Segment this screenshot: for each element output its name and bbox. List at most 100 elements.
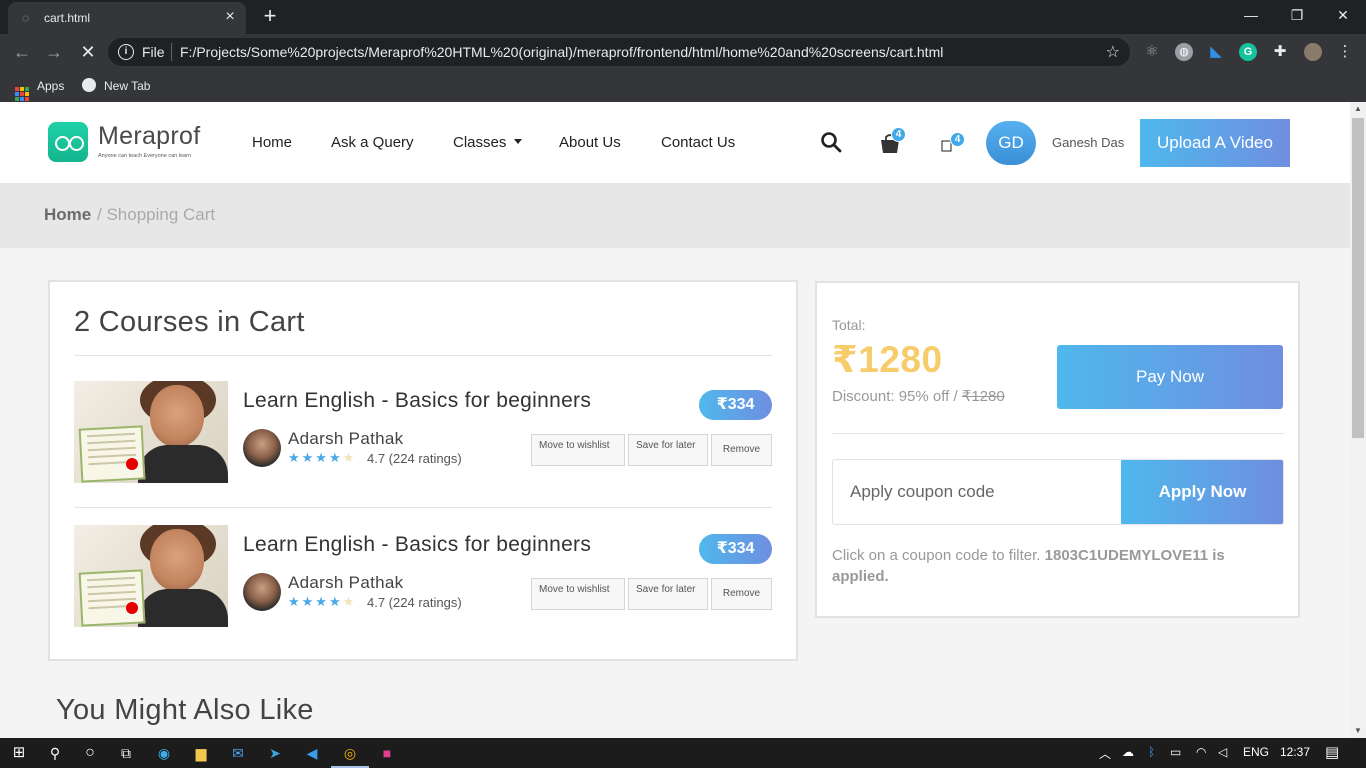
bookmarks-bar: Apps New Tab	[0, 70, 1366, 102]
coupon-hint: Click on a coupon code to filter. 1803C1…	[832, 545, 1272, 587]
nav-home[interactable]: Home	[252, 134, 292, 151]
bluetooth-icon[interactable]: ᛒ	[1148, 745, 1155, 759]
page-viewport: Meraprof Anyone can teach Everyone can l…	[0, 102, 1350, 738]
instructor-avatar	[243, 573, 281, 611]
instructor-name[interactable]: Adarsh Pathak	[288, 429, 403, 449]
url-text[interactable]: F:/Projects/Some%20projects/Meraprof%20H…	[180, 44, 943, 60]
coupon-hint-text: Click on a coupon code to filter.	[832, 547, 1041, 564]
nav-classes[interactable]: Classes	[453, 134, 523, 151]
cortana-icon[interactable]: ○	[79, 743, 101, 763]
vpn-extension-icon[interactable]: ◣	[1207, 43, 1225, 61]
nav-about-us[interactable]: About Us	[559, 134, 621, 151]
nav-contact-us[interactable]: Contact Us	[661, 134, 735, 151]
coupon-form: Apply Now	[832, 459, 1284, 525]
save-for-later-button[interactable]: Save for later	[628, 578, 708, 610]
stop-loading-button[interactable]: ✕	[76, 40, 100, 64]
omnibox[interactable]: i File F:/Projects/Some%20projects/Merap…	[108, 38, 1130, 66]
scroll-down-icon[interactable]: ▼	[1350, 724, 1366, 738]
site-logo[interactable]: Meraprof Anyone can teach Everyone can l…	[48, 122, 208, 164]
original-price: ₹1280	[961, 388, 1005, 405]
cart-button[interactable]: 4	[878, 127, 906, 157]
volume-icon[interactable]: ◁	[1218, 745, 1227, 759]
bookmark-new-tab[interactable]: New Tab	[82, 77, 150, 95]
react-devtools-icon[interactable]: ⚛	[1143, 43, 1161, 61]
bookmark-star-icon[interactable]: ☆	[1106, 42, 1120, 62]
info-icon[interactable]: i	[118, 44, 134, 60]
extension-icon[interactable]: ◍	[1175, 43, 1193, 61]
browser-tab[interactable]: ◌ cart.html ×	[8, 2, 246, 34]
remove-button[interactable]: Remove	[711, 578, 772, 610]
course-title[interactable]: Learn English - Basics for beginners	[243, 389, 591, 413]
bookmark-apps[interactable]: Apps	[15, 77, 64, 101]
move-to-wishlist-button[interactable]: Move to wishlist	[531, 578, 625, 610]
input-language[interactable]: ENG	[1243, 745, 1269, 759]
logo-tagline: Anyone can teach Everyone can learn	[98, 153, 191, 159]
apply-coupon-button[interactable]: Apply Now	[1121, 460, 1283, 524]
notification-center-icon[interactable]: ▤	[1325, 743, 1339, 761]
browser-tab-bar: ◌ cart.html × + — ❐ ✕	[0, 0, 1366, 34]
upload-video-button[interactable]: Upload A Video	[1140, 119, 1290, 167]
mail-icon[interactable]: ✉	[227, 743, 249, 763]
coupon-code-input[interactable]	[833, 460, 1121, 524]
minimize-button[interactable]: —	[1228, 0, 1274, 30]
nav-classes-label: Classes	[453, 134, 507, 151]
chevron-down-icon	[514, 139, 523, 144]
back-button[interactable]: ←	[10, 40, 34, 64]
search-button[interactable]	[820, 131, 846, 157]
star-rating-icon: ★★★★★	[288, 594, 357, 609]
extensions-puzzle-icon[interactable]: ✚	[1271, 43, 1289, 61]
scroll-up-icon[interactable]: ▲	[1350, 102, 1366, 116]
move-to-wishlist-button[interactable]: Move to wishlist	[531, 434, 625, 466]
search-icon[interactable]: ⚲	[44, 743, 66, 763]
cart-panel: 2 Courses in Cart Learn English - Basics…	[48, 280, 798, 661]
instructor-name[interactable]: Adarsh Pathak	[288, 573, 403, 593]
user-name[interactable]: Ganesh Das	[1052, 135, 1124, 150]
divider	[74, 355, 772, 356]
logo-glasses-icon	[48, 122, 88, 162]
discount-text: Discount: 95% off / ₹1280	[832, 387, 1005, 405]
cart-count-badge: 4	[891, 127, 906, 142]
task-view-icon[interactable]: ⧉	[115, 743, 137, 763]
course-thumbnail[interactable]	[74, 381, 228, 483]
onedrive-icon[interactable]: ☁	[1122, 745, 1134, 759]
grammarly-icon[interactable]: G	[1239, 43, 1257, 61]
order-summary-panel: Total: ₹1280 Discount: 95% off / ₹1280 P…	[815, 281, 1300, 618]
notification-count-badge: 4	[950, 132, 965, 147]
course-title[interactable]: Learn English - Basics for beginners	[243, 533, 591, 557]
close-tab-icon[interactable]: ×	[220, 7, 240, 27]
site-header: Meraprof Anyone can teach Everyone can l…	[0, 102, 1350, 184]
course-price-badge: ₹334	[699, 534, 772, 564]
notifications-button[interactable]: 4	[940, 131, 966, 157]
course-thumbnail[interactable]	[74, 525, 228, 627]
rating-text: 4.7 (224 ratings)	[367, 451, 462, 466]
chrome-icon[interactable]: ◎	[331, 743, 369, 768]
restore-button[interactable]: ❐	[1274, 0, 1320, 30]
wifi-icon[interactable]: ◠	[1196, 745, 1206, 759]
close-window-button[interactable]: ✕	[1320, 0, 1366, 30]
tray-chevron-icon[interactable]: ︿	[1099, 745, 1111, 762]
logo-name: Meraprof	[98, 122, 201, 150]
scrollbar-thumb[interactable]	[1352, 118, 1364, 438]
telegram-icon[interactable]: ➤	[264, 743, 286, 763]
menu-dots-icon[interactable]: ⋮	[1336, 43, 1354, 61]
save-for-later-button[interactable]: Save for later	[628, 434, 708, 466]
file-explorer-icon[interactable]: ▆	[190, 743, 212, 763]
battery-icon[interactable]: ▭	[1170, 745, 1181, 759]
pay-now-button[interactable]: Pay Now	[1057, 345, 1283, 409]
profile-icon[interactable]	[1304, 43, 1322, 61]
new-tab-button[interactable]: +	[258, 5, 282, 29]
instructor-avatar	[243, 429, 281, 467]
nav-ask-query[interactable]: Ask a Query	[331, 134, 414, 151]
remove-button[interactable]: Remove	[711, 434, 772, 466]
forward-button[interactable]: →	[42, 40, 66, 64]
globe-icon	[82, 78, 96, 92]
page-scrollbar[interactable]: ▲ ▼	[1350, 102, 1366, 738]
breadcrumb-home[interactable]: Home	[44, 205, 91, 225]
windows-start-icon[interactable]: ⊞	[8, 743, 30, 763]
vscode-icon[interactable]: ◀	[301, 743, 323, 763]
edge-icon[interactable]: ◉	[153, 743, 175, 763]
user-avatar[interactable]: GD	[986, 121, 1036, 165]
course-price-badge: ₹334	[699, 390, 772, 420]
app-icon[interactable]: ■	[376, 743, 398, 763]
clock[interactable]: 12:37	[1280, 745, 1310, 759]
